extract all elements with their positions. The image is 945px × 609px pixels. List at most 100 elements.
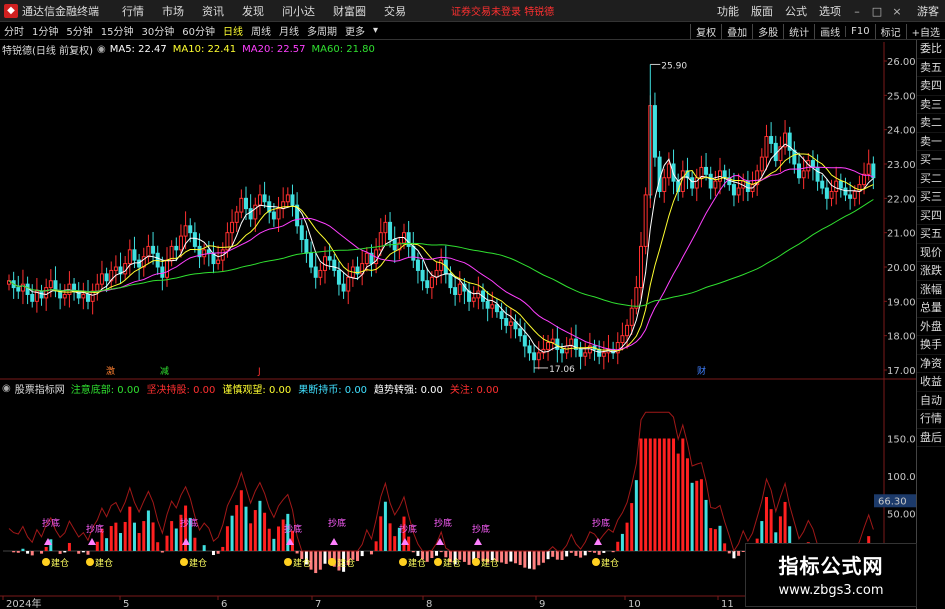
sidebar-item[interactable]: 卖四 — [917, 77, 945, 96]
candle — [188, 225, 193, 234]
indicator-bar — [476, 551, 480, 559]
ma20-label: MA20: 22.57 — [242, 44, 305, 55]
indicator-bar — [114, 522, 118, 551]
candle — [522, 335, 527, 347]
settings-icon[interactable]: ◉ — [2, 383, 11, 394]
indicator-bar — [44, 547, 48, 551]
price-tick-label: 24.00 — [887, 126, 916, 137]
indicator-legend: ◉ 股票指标网 注意底部: 0.00 坚决持股: 0.00 谨慎观望: 0.00… — [2, 381, 506, 396]
indicator-bar — [193, 537, 197, 551]
indicator-bar — [523, 551, 527, 568]
sidebar-item[interactable]: 委比 — [917, 40, 945, 59]
current-value-label: 66.30 — [878, 496, 907, 507]
candle — [759, 156, 764, 172]
sidebar-item[interactable]: 换手 — [917, 336, 945, 355]
indicator-bar — [723, 543, 727, 551]
date-tick-label: 11 — [721, 599, 734, 609]
candle — [532, 352, 537, 361]
indicator-bar — [393, 536, 397, 551]
chart-area[interactable]: 26.00 25.00 24.00 23.00 22.00 21.00 20.00 19.00… — [0, 0, 945, 609]
indicator-bar — [509, 551, 513, 562]
candle — [597, 348, 602, 357]
sidebar-item[interactable]: 总量 — [917, 299, 945, 318]
sidebar-item[interactable]: 卖一 — [917, 133, 945, 151]
signal-buy-label: 建仓 — [95, 557, 113, 569]
candle — [555, 338, 560, 350]
sidebar-item[interactable]: 买四 — [917, 207, 945, 225]
indicator-bar — [718, 525, 722, 551]
indicator-bar — [388, 523, 392, 551]
date-tick-label: 8 — [426, 599, 432, 609]
price-tick-label: 25.00 — [887, 91, 916, 102]
main-chart-legend: 特锐德(日线 前复权) ◉ MA5: 22.47 MA10: 22.41 MA2… — [2, 42, 381, 57]
candle — [536, 352, 541, 361]
candle — [634, 287, 639, 309]
signal-buy-label: 建仓 — [337, 557, 355, 569]
sidebar-item[interactable]: 买五 — [917, 225, 945, 244]
sidebar-item[interactable]: 自动 — [917, 392, 945, 410]
indicator-bar — [583, 551, 587, 556]
indicator-bar — [737, 551, 741, 556]
ma5-value: 22.47 — [138, 43, 167, 55]
candle — [652, 105, 657, 158]
signal-dot-icon — [472, 558, 480, 566]
candle — [457, 283, 462, 295]
indicator-bar — [546, 551, 550, 560]
signal-bottom-label: 抄底 — [180, 517, 198, 529]
candle — [810, 160, 815, 168]
candle — [346, 276, 351, 292]
sidebar-item[interactable]: 卖三 — [917, 96, 945, 114]
indicator-bar — [416, 551, 420, 556]
indicator-bar — [555, 551, 559, 560]
indicator-bar — [435, 551, 439, 556]
sidebar-item[interactable]: 净资 — [917, 355, 945, 373]
indicator-bar — [272, 538, 276, 551]
candle — [657, 156, 662, 192]
candle — [113, 266, 118, 271]
signal-buy-label: 建仓 — [408, 557, 426, 569]
indicator-bar — [356, 551, 360, 562]
candle — [313, 266, 318, 278]
indicator-bar — [625, 522, 629, 551]
sidebar-item[interactable]: 盘后 — [917, 429, 945, 447]
sidebar-item[interactable]: 收益 — [917, 373, 945, 392]
sidebar-item[interactable]: 买二 — [917, 170, 945, 188]
sidebar-item[interactable]: 现价 — [917, 244, 945, 262]
trading-terminal: ◆ 通达信金融终端 行情 市场 资讯 发现 问小达 财富圈 交易 证券交易未登录… — [0, 0, 945, 609]
indicator-bar — [58, 551, 62, 554]
candle — [476, 290, 481, 299]
settings-icon[interactable]: ◉ — [97, 44, 106, 55]
sidebar-item[interactable]: 涨幅 — [917, 281, 945, 299]
ind-hold-name: 坚决持股: — [146, 384, 190, 396]
candle — [643, 194, 648, 247]
indicator-bar — [611, 551, 615, 553]
sidebar-item[interactable]: 买三 — [917, 188, 945, 207]
indicator-name: 股票指标网 — [14, 384, 65, 396]
candle — [39, 290, 44, 299]
indicator-bar — [12, 551, 16, 553]
sidebar-item[interactable]: 买一 — [917, 151, 945, 170]
candle — [76, 290, 81, 299]
sidebar-item[interactable]: 行情 — [917, 410, 945, 429]
candle — [439, 259, 444, 271]
candle — [44, 287, 49, 299]
signal-buy-label: 建仓 — [293, 557, 311, 569]
indicator-bar — [541, 551, 545, 563]
indicator-bar — [174, 528, 178, 551]
candle — [285, 194, 290, 203]
candle — [411, 245, 416, 261]
ind-cash: 果断持币: 0.00 — [298, 381, 367, 396]
price-tick-label: 20.00 — [887, 263, 916, 274]
sidebar-item[interactable]: 卖五 — [917, 59, 945, 77]
sidebar-item[interactable]: 涨跌 — [917, 262, 945, 281]
sidebar-item[interactable]: 外盘 — [917, 318, 945, 336]
ma60-label: MA60: 21.80 — [312, 44, 375, 55]
signal-arrow-icon — [474, 538, 482, 545]
stock-name: 特锐德(日线 前复权) — [2, 45, 93, 57]
candle — [625, 324, 630, 337]
candle — [448, 273, 453, 289]
candle — [429, 276, 434, 289]
price-tick-label: 22.00 — [887, 194, 916, 205]
candle — [508, 321, 513, 326]
sidebar-item[interactable]: 卖二 — [917, 114, 945, 133]
